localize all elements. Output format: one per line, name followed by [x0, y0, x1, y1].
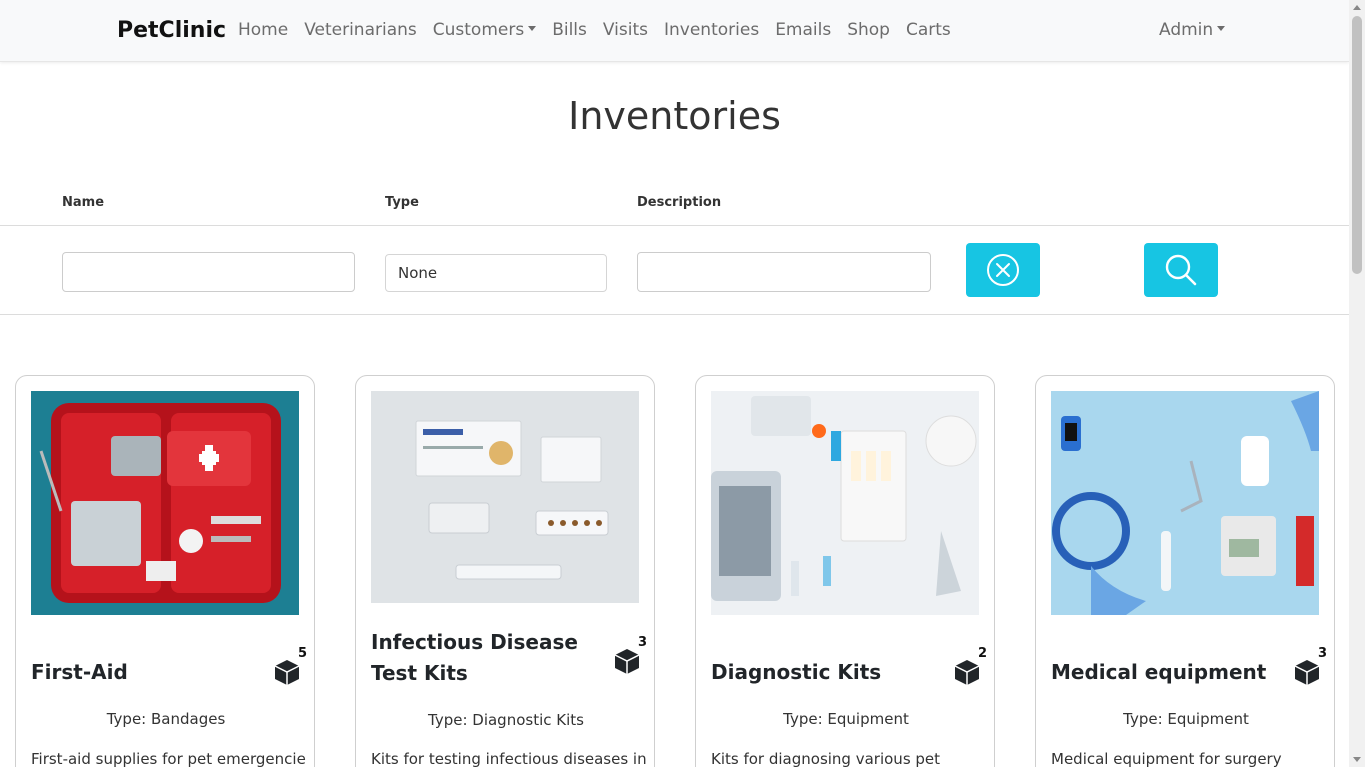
- first-aid-kit-image: [31, 391, 299, 615]
- box-icon: [274, 660, 300, 685]
- card-description: Medical equipment for surgery: [1051, 750, 1282, 767]
- nav-link-home[interactable]: Home: [238, 20, 288, 40]
- quantity-indicator: 2: [953, 646, 987, 686]
- card-type: Type: Diagnostic Kits: [428, 711, 584, 729]
- scroll-down-arrow[interactable]: [1353, 757, 1361, 762]
- divider: [0, 225, 1349, 226]
- nav-link-inventories[interactable]: Inventories: [664, 20, 759, 40]
- search-button[interactable]: [1144, 243, 1218, 297]
- nav-link-customers[interactable]: Customers: [432, 20, 537, 40]
- page-scrollbar[interactable]: [1349, 0, 1365, 767]
- nav-link-shop[interactable]: Shop: [847, 20, 890, 40]
- medical-equipment-image: [1051, 391, 1319, 615]
- inventory-card[interactable]: Diagnostic Kits 2 Type: Equipment Kits f…: [695, 375, 995, 767]
- admin-label: Admin: [1159, 20, 1214, 40]
- card-title: Diagnostic Kits: [711, 660, 882, 684]
- chevron-down-icon: [528, 25, 537, 31]
- description-filter-label: Description: [637, 195, 722, 210]
- scroll-up-arrow[interactable]: [1353, 5, 1361, 10]
- quantity-indicator: 3: [613, 635, 647, 675]
- brand-logo[interactable]: PetClinic: [117, 18, 226, 43]
- clear-filters-button[interactable]: [966, 243, 1040, 297]
- page-title: Inventories: [568, 94, 781, 138]
- card-description: First-aid supplies for pet emergencies: [31, 750, 306, 767]
- card-description: Kits for diagnosing various pet: [711, 750, 941, 767]
- nav-link-carts[interactable]: Carts: [906, 20, 951, 40]
- box-icon: [954, 660, 980, 685]
- diagnostic-kits-image: [711, 391, 979, 615]
- card-title: Infectious Disease Test Kits: [371, 630, 578, 685]
- inventory-card[interactable]: Infectious Disease Test Kits 3 Type: Dia…: [355, 375, 655, 767]
- name-filter-label: Name: [62, 195, 105, 210]
- box-icon: [614, 649, 640, 674]
- card-type: Type: Equipment: [1123, 710, 1249, 728]
- divider: [0, 314, 1349, 315]
- nav-link-customers-label: Customers: [432, 20, 525, 40]
- box-icon: [1294, 660, 1320, 685]
- nav-link-emails[interactable]: Emails: [775, 20, 831, 40]
- name-filter-input[interactable]: [62, 252, 355, 292]
- nav-link-visits[interactable]: Visits: [603, 20, 648, 40]
- test-kit-image: [371, 391, 639, 603]
- nav-link-bills[interactable]: Bills: [552, 20, 587, 40]
- nav-links: Home Veterinarians Customers Bills Visit…: [238, 20, 967, 40]
- nav-link-veterinarians[interactable]: Veterinarians: [304, 20, 417, 40]
- description-filter-input[interactable]: [637, 252, 931, 292]
- card-description: Kits for testing infectious diseases in: [371, 750, 646, 767]
- type-filter-select[interactable]: None: [385, 254, 607, 292]
- scroll-thumb[interactable]: [1352, 16, 1362, 274]
- card-title: First-Aid: [31, 660, 128, 684]
- quantity-indicator: 3: [1293, 646, 1327, 686]
- card-type: Type: Bandages: [106, 710, 226, 728]
- chevron-down-icon: [1217, 25, 1226, 31]
- card-type: Type: Equipment: [783, 710, 909, 728]
- inventory-card[interactable]: First-Aid 5 Type: Bandages First-aid sup…: [15, 375, 315, 767]
- quantity-indicator: 5: [273, 646, 307, 686]
- type-filter-value: None: [398, 264, 438, 282]
- circle-x-icon: [987, 254, 1019, 286]
- card-title: Medical equipment: [1051, 660, 1267, 684]
- search-icon: [1165, 254, 1197, 286]
- inventory-card[interactable]: Medical equipment 3 Type: Equipment Medi…: [1035, 375, 1335, 767]
- navbar: PetClinic Home Veterinarians Customers B…: [0, 0, 1349, 62]
- type-filter-label: Type: [385, 195, 419, 210]
- admin-dropdown[interactable]: Admin: [1159, 20, 1226, 40]
